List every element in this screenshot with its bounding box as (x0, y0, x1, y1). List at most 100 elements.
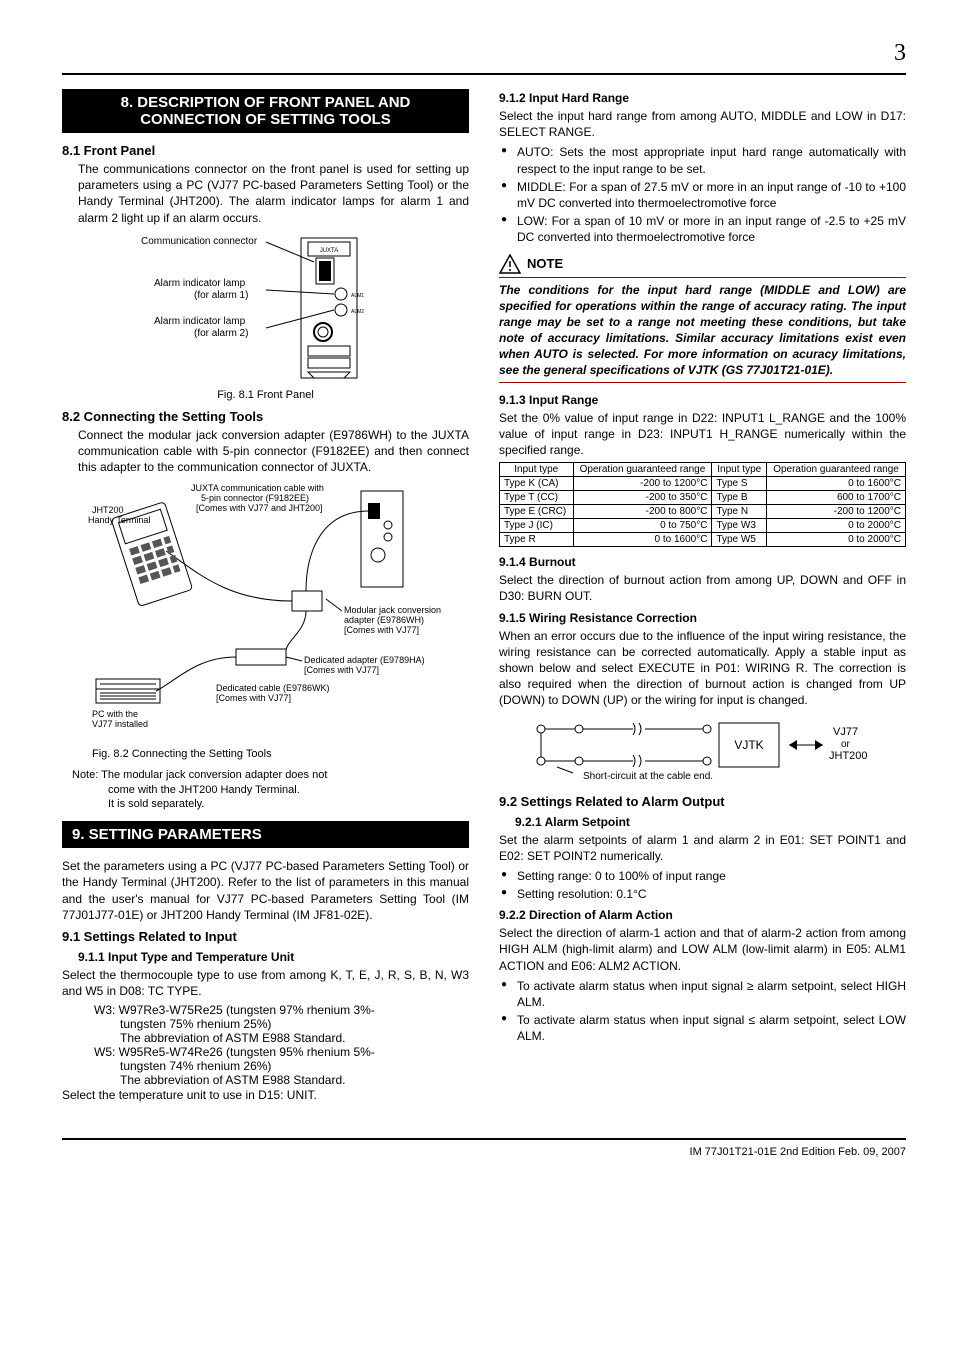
table-cell: Type R (500, 533, 574, 547)
note82-line1: Note: The modular jack conversion adapte… (72, 768, 469, 782)
table-cell: 0 to 1600°C (767, 477, 906, 491)
table-row: Type E (CRC)-200 to 800°CType N-200 to 1… (500, 505, 906, 519)
figure-8-2-caption: Fig. 8.2 Connecting the Setting Tools (92, 748, 469, 760)
fig82-modjack-a: Modular jack conversion (344, 605, 441, 615)
heading-9-2: 9.2 Settings Related to Alarm Output (499, 794, 906, 809)
w3-line3: The abbreviation of ASTM E988 Standard. (94, 1031, 469, 1045)
figure-9-1-5: VJTK VJ77 or JHT200 Short-circuit at the… (499, 715, 906, 788)
para-911a: Select the thermocouple type to use from… (62, 967, 469, 999)
table-cell: -200 to 800°C (573, 505, 712, 519)
section-8-banner: 8. DESCRIPTION OF FRONT PANEL AND CONNEC… (62, 89, 469, 133)
fig82-modjack-c: [Comes with VJ77] (344, 625, 419, 635)
note-heading: NOTE (499, 254, 906, 274)
fig82-cable-a: JUXTA communication cable with (191, 483, 324, 493)
fig915-jht: JHT200 (829, 750, 868, 762)
heading-9-1-3: 9.1.3 Input Range (499, 393, 906, 407)
table-cell: -200 to 1200°C (767, 505, 906, 519)
table-cell: Type K (CA) (500, 477, 574, 491)
heading-9-1-5: 9.1.5 Wiring Resistance Correction (499, 611, 906, 625)
alm1-tag: ALM1 (351, 293, 364, 299)
fig81-comm-label: Communication connector (141, 236, 258, 247)
figure-8-1: JUXTA ALM1 ALM2 Communication connector … (62, 232, 469, 385)
para-921: Set the alarm setpoints of alarm 1 and a… (499, 832, 906, 864)
para-913: Set the 0% value of input range in D22: … (499, 410, 906, 459)
bullets-922: To activate alarm status when input sign… (499, 978, 906, 1045)
table-cell: Type B (712, 491, 767, 505)
table-cell: Type W3 (712, 519, 767, 533)
heading-9-1-1: 9.1.1 Input Type and Temperature Unit (78, 950, 469, 964)
w5-line3: The abbreviation of ASTM E988 Standard. (94, 1073, 469, 1087)
right-column: 9.1.2 Input Hard Range Select the input … (499, 85, 906, 1108)
para-9: Set the parameters using a PC (VJ77 PC-b… (62, 858, 469, 923)
fig82-pc-b: VJ77 installed (92, 719, 148, 729)
section-9-banner: 9. SETTING PARAMETERS (62, 821, 469, 848)
heading-9-2-2: 9.2.2 Direction of Alarm Action (499, 908, 906, 922)
figure-brand-label: JUXTA (319, 248, 338, 254)
heading-9-1-4: 9.1.4 Burnout (499, 555, 906, 569)
fig82-cable-c: [Comes with VJ77 and JHT200] (196, 503, 323, 513)
para-922: Select the direction of alarm-1 action a… (499, 925, 906, 974)
table-cell: 0 to 750°C (573, 519, 712, 533)
warning-icon (499, 254, 521, 274)
th-0: Input type (500, 463, 574, 477)
fig82-jht-a: JHT200 (92, 505, 124, 515)
footer-rule (62, 1138, 906, 1140)
fig81-alm1a: Alarm indicator lamp (154, 278, 246, 289)
para-914: Select the direction of burnout action f… (499, 572, 906, 604)
heading-8-2: 8.2 Connecting the Setting Tools (62, 409, 469, 424)
fig82-jht-b: Handy Terminal (88, 515, 150, 525)
heading-9-1-2: 9.1.2 Input Hard Range (499, 91, 906, 105)
table-cell: Type T (CC) (500, 491, 574, 505)
w5-line1: W5: W95Re5-W74Re26 (tungsten 95% rhenium… (94, 1045, 469, 1059)
note-title: NOTE (527, 256, 563, 271)
w3-line1: W3: W97Re3-W75Re25 (tungsten 97% rhenium… (94, 1003, 469, 1017)
top-rule (62, 73, 906, 75)
th-2: Input type (712, 463, 767, 477)
para-912: Select the input hard range from among A… (499, 108, 906, 140)
fig82-dcable-b: [Comes with VJ77] (216, 693, 291, 703)
th-1: Operation guaranteed range (573, 463, 712, 477)
left-column: 8. DESCRIPTION OF FRONT PANEL AND CONNEC… (62, 85, 469, 1108)
fig82-cable-b: 5-pin connector (F9182EE) (201, 493, 309, 503)
w5-line2: tungsten 74% rhenium 26%) (94, 1059, 469, 1073)
figure-8-1-caption: Fig. 8.1 Front Panel (62, 389, 469, 401)
heading-9-2-1: 9.2.1 Alarm Setpoint (515, 815, 906, 829)
bullets-912: AUTO: Sets the most appropriate input ha… (499, 144, 906, 245)
input-range-table: Input type Operation guaranteed range In… (499, 462, 906, 547)
note82-line3: It is sold separately. (72, 797, 469, 811)
w3-line2: tungsten 75% rhenium 25%) (94, 1017, 469, 1031)
table-cell: Type W5 (712, 533, 767, 547)
fig915-vjtk: VJTK (734, 738, 763, 752)
note82-line2: come with the JHT200 Handy Terminal. (72, 783, 469, 797)
table-cell: Type E (CRC) (500, 505, 574, 519)
page-number: 3 (62, 40, 906, 67)
table-cell: Type S (712, 477, 767, 491)
para-8-2: Connect the modular jack conversion adap… (78, 427, 469, 476)
table-row: Type J (IC)0 to 750°CType W30 to 2000°C (500, 519, 906, 533)
alm2-tag: ALM2 (351, 309, 364, 315)
bullet-922-0: To activate alarm status when input sign… (499, 978, 906, 1010)
table-cell: 0 to 2000°C (767, 519, 906, 533)
table-row: Type T (CC)-200 to 350°CType B600 to 170… (500, 491, 906, 505)
th-3: Operation guaranteed range (767, 463, 906, 477)
two-column-layout: 8. DESCRIPTION OF FRONT PANEL AND CONNEC… (62, 85, 906, 1108)
w3-block: W3: W97Re3-W75Re25 (tungsten 97% rhenium… (94, 1003, 469, 1087)
bullets-921: Setting range: 0 to 100% of input range … (499, 868, 906, 902)
note-body: The conditions for the input hard range … (499, 282, 906, 379)
table-row: Type R0 to 1600°CType W50 to 2000°C (500, 533, 906, 547)
para-911b: Select the temperature unit to use in D1… (62, 1087, 469, 1103)
heading-9-1: 9.1 Settings Related to Input (62, 929, 469, 944)
table-cell: Type N (712, 505, 767, 519)
fig81-alm2a: Alarm indicator lamp (154, 316, 246, 327)
note-8-2: Note: The modular jack conversion adapte… (72, 768, 469, 811)
bullet-912-2: LOW: For a span of 10 mV or more in an i… (499, 213, 906, 245)
footer-text: IM 77J01T21-01E 2nd Edition Feb. 09, 200… (62, 1146, 906, 1158)
bullet-912-1: MIDDLE: For a span of 27.5 mV or more in… (499, 179, 906, 211)
fig82-dcable-a: Dedicated cable (E9786WK) (216, 683, 330, 693)
table-header-row: Input type Operation guaranteed range In… (500, 463, 906, 477)
table-cell: 600 to 1700°C (767, 491, 906, 505)
bullet-922-1: To activate alarm status when input sign… (499, 1012, 906, 1044)
table-cell: Type J (IC) (500, 519, 574, 533)
bullet-921-1: Setting resolution: 0.1°C (499, 886, 906, 902)
fig915-or: or (841, 739, 851, 750)
